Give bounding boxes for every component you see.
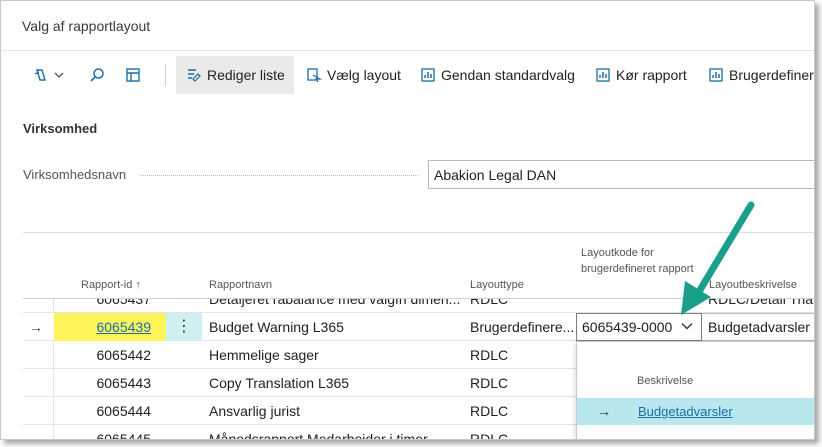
report-id-link[interactable]: 6065439	[96, 319, 151, 335]
column-header-layout-type[interactable]: Layouttype	[470, 277, 524, 293]
page-title: Valg af rapportlayout	[22, 18, 151, 34]
custom-layouts-label: Brugerdefinere	[729, 67, 815, 83]
toolbar-separator	[165, 64, 166, 86]
chevron-down-icon	[54, 67, 64, 83]
sparkle-icon	[33, 67, 49, 83]
restore-default-button[interactable]: Gendan standardvalg	[420, 56, 575, 94]
row-indicator-arrow-icon: →	[29, 319, 43, 335]
search-button[interactable]	[89, 56, 110, 94]
choose-layout-label: Vælg layout	[327, 67, 401, 83]
column-header-report-id[interactable]: Rapport-id ↑	[81, 277, 141, 293]
report-id-cell: 6065437	[96, 299, 151, 307]
report-id-cell: 6065444	[96, 403, 151, 419]
filter-pane-icon	[125, 67, 141, 83]
field-leader-dots	[141, 175, 418, 176]
action-bar: Rediger liste Vælg layout Gendan standar…	[1, 56, 814, 94]
lookup-item[interactable]: → Budgetadvarsler	[577, 398, 814, 425]
report-layout-window: Valg af rapportlayout Rediger liste Vælg…	[0, 0, 815, 440]
report-name-cell: Copy Translation L365	[209, 375, 350, 391]
report-icon	[708, 67, 724, 83]
layout-type-cell: RDLC	[470, 347, 509, 363]
layout-type-cell: Brugerdefinere...	[470, 319, 575, 335]
report-id-cell: 6065442	[96, 347, 151, 363]
report-icon	[595, 67, 611, 83]
report-id-cell: 6065443	[96, 375, 151, 391]
run-report-label: Kør rapport	[616, 67, 687, 83]
copilot-menu-button[interactable]	[33, 56, 64, 94]
restore-default-label: Gendan standardvalg	[441, 67, 575, 83]
report-name-cell: Hemmelige sager	[209, 347, 319, 363]
column-header-report-name[interactable]: Rapportnavn	[209, 277, 272, 293]
run-report-button[interactable]: Kør rapport	[595, 56, 687, 94]
edit-list-button[interactable]: Rediger liste	[176, 56, 294, 94]
lookup-column-header: Beskrivelse	[637, 375, 694, 387]
choose-layout-icon	[306, 67, 323, 83]
layout-type-cell: RDLC	[470, 403, 509, 419]
section-title: Virksomhed	[23, 121, 98, 136]
report-name-cell: Detaljeret råbalance med valgfri dimen..…	[209, 299, 461, 307]
row-indicator-arrow-icon: →	[597, 403, 611, 419]
search-icon	[89, 67, 105, 83]
row-actions-ellipsis-icon[interactable]: ⋮	[166, 313, 202, 341]
edit-list-icon	[186, 67, 202, 83]
report-name-cell: Budget Warning L365	[209, 319, 344, 335]
title-divider	[1, 50, 814, 51]
report-icon	[420, 67, 436, 83]
edit-list-label: Rediger liste	[207, 67, 285, 83]
annotation-arrow-icon	[681, 201, 755, 315]
lookup-item-link[interactable]: Budgetadvarsler	[638, 398, 733, 425]
report-name-cell: Ansvarlig jurist	[209, 403, 301, 419]
layout-type-cell: RDLC	[470, 299, 509, 307]
company-name-label: Virksomhedsnavn	[23, 167, 127, 182]
report-id-cell[interactable]: 6065439	[71, 313, 175, 341]
report-name-cell: Månedsrapport Medarbejder i timer...	[209, 431, 439, 439]
layout-lookup-popup: Beskrivelse → Budgetadvarsler	[576, 341, 814, 439]
choose-layout-button[interactable]: Vælg layout	[306, 56, 401, 94]
report-id-cell: 6065445	[96, 431, 151, 439]
filter-pane-button[interactable]	[125, 56, 146, 94]
company-name-field[interactable]: Abakion Legal DAN	[428, 160, 814, 189]
custom-layouts-button[interactable]: Brugerdefinere	[708, 56, 815, 94]
layout-type-cell: RDLC	[470, 431, 509, 439]
layout-type-cell: RDLC	[470, 375, 509, 391]
